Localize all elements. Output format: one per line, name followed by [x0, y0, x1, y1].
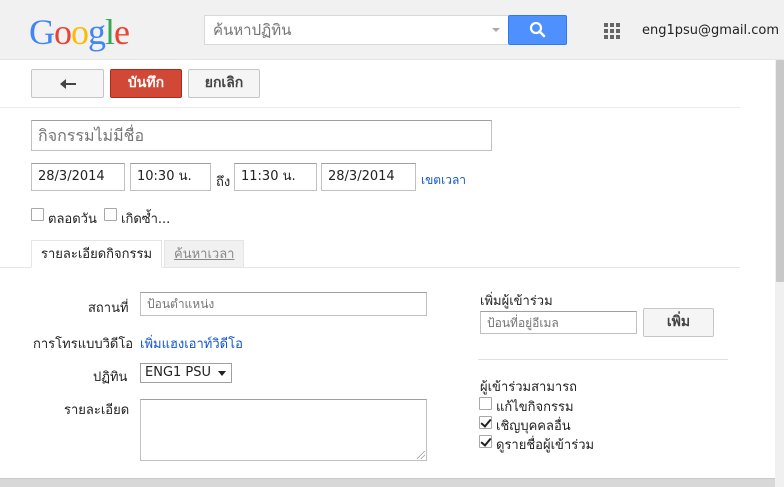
all-day-label: ตลอดวัน: [48, 212, 97, 227]
logo-letter: o: [71, 12, 89, 52]
perm-modify-event-label: แก้ไขกิจกรรม: [496, 400, 574, 415]
add-guests-label: เพิ่มผู้เข้าร่วม: [480, 294, 553, 309]
google-logo[interactable]: Google: [29, 10, 130, 54]
logo-letter: o: [54, 12, 72, 52]
logo-letter: G: [29, 12, 55, 52]
repeat-checkbox[interactable]: [104, 208, 117, 221]
location-input[interactable]: [140, 292, 427, 316]
tab-event-details[interactable]: รายละเอียดกิจกรรม: [31, 240, 163, 268]
dropdown-arrow-icon: [218, 371, 226, 376]
location-label: สถานที่: [88, 301, 129, 316]
all-day-checkbox[interactable]: [31, 208, 44, 221]
logo-letter: g: [88, 12, 106, 52]
start-time-field[interactable]: 10:30 น.: [130, 163, 211, 191]
repeat-label: เกิดซ้ำ...: [121, 212, 171, 227]
calendar-label: ปฏิทิน: [93, 370, 128, 385]
save-button[interactable]: บันทึก: [110, 69, 182, 98]
calendar-select[interactable]: ENG1 PSU: [140, 363, 232, 383]
to-label: ถึง: [216, 175, 231, 190]
end-time-field[interactable]: 11:30 น.: [234, 163, 317, 191]
tab-find-a-time[interactable]: ค้นหาเวลา: [164, 240, 245, 268]
guest-email-input[interactable]: [480, 311, 637, 334]
add-guest-button[interactable]: เพิ่ม: [643, 308, 714, 337]
guests-can-label: ผู้เข้าร่วมสามารถ: [480, 380, 578, 395]
description-label: รายละเอียด: [64, 403, 130, 418]
description-textarea[interactable]: [140, 399, 427, 461]
toolbar-divider: [0, 107, 740, 108]
logo-letter: l: [105, 12, 115, 52]
search-button[interactable]: [508, 15, 567, 45]
cancel-button[interactable]: ยกเลิก: [188, 69, 260, 98]
account-email[interactable]: eng1psu@gmail.com: [642, 23, 779, 38]
start-date-field[interactable]: 28/3/2014: [31, 163, 125, 191]
calendar-search-box: [204, 15, 508, 45]
back-arrow-icon: [60, 79, 76, 89]
video-call-label: การโทรแบบวิดีโอ: [33, 337, 134, 352]
guests-divider: [478, 359, 728, 360]
logo-letter: e: [114, 12, 130, 52]
calendar-search-input[interactable]: [205, 16, 485, 44]
perm-see-guest-list-label: ดูรายชื่อผู้เข้าร่วม: [496, 438, 595, 453]
perm-modify-event-checkbox[interactable]: [479, 397, 492, 410]
end-date-field[interactable]: 28/3/2014: [321, 163, 416, 191]
add-video-call-link[interactable]: เพิ่มแฮงเอาท์วิดีโอ: [140, 333, 243, 354]
event-title-input[interactable]: [31, 120, 492, 151]
vertical-scrollbar-thumb[interactable]: [776, 60, 784, 282]
horizontal-scrollbar[interactable]: [0, 478, 775, 487]
resize-grip-icon[interactable]: [417, 451, 425, 459]
back-button[interactable]: [31, 69, 104, 98]
perm-invite-others-label: เชิญบุคคลอื่น: [496, 419, 571, 434]
perm-invite-others-checkbox[interactable]: [479, 416, 492, 429]
calendar-select-value: ENG1 PSU: [145, 365, 212, 380]
timezone-link[interactable]: เขตเวลา: [421, 171, 466, 190]
search-icon: [529, 21, 546, 38]
apps-grid-icon[interactable]: [604, 23, 620, 39]
search-options-caret-icon[interactable]: [492, 28, 500, 32]
perm-see-guest-list-checkbox[interactable]: [479, 435, 492, 448]
